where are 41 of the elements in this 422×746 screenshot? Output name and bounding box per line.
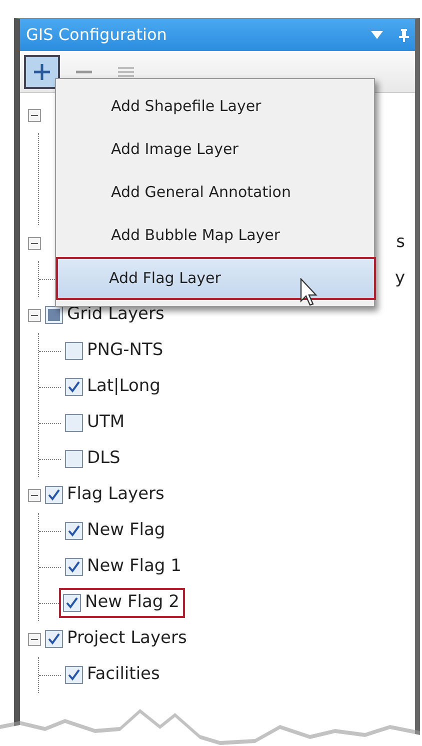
checkbox[interactable]	[65, 666, 83, 684]
tree-label[interactable]: UTM	[87, 410, 124, 436]
tree-label[interactable]: Facilities	[87, 662, 160, 688]
menu-item[interactable]: Add Image Layer	[60, 128, 370, 171]
checkbox[interactable]	[45, 306, 63, 324]
checkbox[interactable]	[65, 558, 83, 576]
checkbox[interactable]	[45, 486, 63, 504]
checkbox[interactable]	[65, 378, 83, 396]
checkbox[interactable]	[65, 414, 83, 432]
menu-item[interactable]: Add Shapefile Layer	[60, 85, 370, 128]
collapse-icon[interactable]	[28, 632, 41, 646]
tree-label[interactable]: Flag Layers	[67, 482, 164, 508]
tree-label[interactable]: PNG-NTS	[87, 338, 164, 364]
menu-item[interactable]: Add General Annotation	[60, 171, 370, 214]
panel-title: GIS Configuration	[26, 24, 167, 46]
menu-item[interactable]: Add Bubble Map Layer	[60, 214, 370, 257]
collapse-icon[interactable]	[28, 308, 41, 322]
checkbox[interactable]	[45, 630, 63, 648]
collapse-icon[interactable]	[28, 236, 41, 250]
dropdown-icon[interactable]	[371, 31, 383, 39]
menu-item[interactable]: Add Flag Layer	[56, 257, 376, 300]
checkbox[interactable]	[65, 522, 83, 540]
layers-icon	[118, 66, 134, 76]
checkbox[interactable]	[65, 342, 83, 360]
remove-icon	[76, 70, 92, 74]
pin-icon[interactable]	[399, 28, 409, 42]
add-icon	[34, 64, 50, 80]
tree-label[interactable]: s	[396, 230, 405, 256]
tree-label[interactable]: Lat|Long	[87, 374, 160, 400]
checkbox[interactable]	[65, 450, 83, 468]
tree-label[interactable]: New Flag	[87, 518, 166, 544]
tree-label[interactable]: New Flag 2	[85, 590, 180, 616]
collapse-icon[interactable]	[28, 488, 41, 502]
collapse-icon[interactable]	[28, 108, 41, 122]
checkbox[interactable]	[63, 594, 81, 612]
tree-label[interactable]: New Flag 1	[87, 554, 182, 580]
add-button[interactable]	[24, 54, 60, 88]
tree-label[interactable]: Project Layers	[67, 626, 187, 652]
tree-label[interactable]: DLS	[87, 446, 120, 472]
cursor-icon	[300, 278, 318, 306]
tree-label[interactable]: y	[394, 266, 405, 292]
